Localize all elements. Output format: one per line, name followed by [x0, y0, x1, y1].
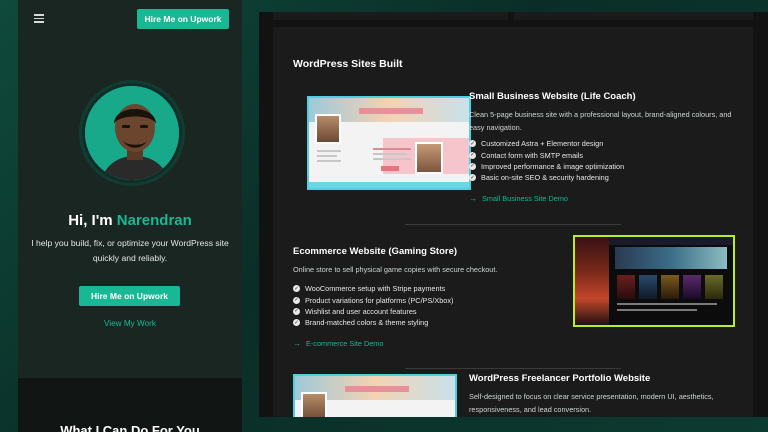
feature-item: ✓ Brand-matched colors & theme styling	[293, 318, 429, 328]
project-title: Ecommerce Website (Gaming Store)	[293, 246, 458, 257]
project-description: Self-designed to focus on clear service …	[469, 392, 714, 414]
view-work-link[interactable]: View My Work	[18, 319, 242, 328]
services-heading: What I Can Do For You	[60, 423, 200, 432]
project-description: Clean 5-page business site with a profes…	[469, 110, 732, 132]
feature-item: ✓ Improved performance & image optimizati…	[469, 161, 625, 171]
life-coach-site-thumbnail	[307, 96, 471, 190]
arrow-right-icon: →	[293, 339, 301, 348]
project-divider	[405, 368, 621, 369]
feature-item: ✓ Wishlist and user account features	[293, 306, 417, 316]
mobile-preview-panel: Hire Me on Upwork Hi, I'm Narendran I he…	[18, 0, 242, 432]
feature-list: ✓ WooCommerce setup with Stripe payments …	[293, 283, 453, 329]
feature-item: ✓ Customized Astra + Elementor design	[469, 139, 604, 149]
ecommerce-demo-link[interactable]: → E-commerce Site Demo	[293, 339, 383, 348]
previous-section-edge	[273, 12, 753, 20]
small-business-demo-link[interactable]: → Small Business Site Demo	[469, 194, 568, 203]
feature-item: ✓ Contact form with SMTP emails	[469, 150, 584, 160]
feature-item: ✓ Basic on-site SEO & security hardening	[469, 173, 609, 183]
name-highlight: Narendran	[116, 212, 192, 229]
check-circle-icon: ✓	[293, 319, 300, 327]
feature-item: ✓ Product variations for platforms (PC/PS…	[293, 295, 454, 305]
project-divider	[405, 224, 621, 225]
gaming-store-thumbnail	[573, 235, 735, 327]
mobile-top-bar: Hire Me on Upwork	[18, 0, 242, 38]
intro-text: I help you build, fix, or optimize your …	[31, 238, 229, 263]
feature-list: ✓ Customized Astra + Elementor design ✓ Co…	[469, 138, 624, 184]
section-title: WordPress Sites Built	[293, 58, 403, 70]
arrow-right-icon: →	[469, 194, 477, 203]
check-circle-icon: ✓	[469, 162, 476, 170]
avatar	[82, 83, 182, 183]
check-circle-icon: ✓	[293, 307, 300, 315]
check-circle-icon: ✓	[293, 285, 300, 293]
check-circle-icon: ✓	[469, 174, 476, 182]
avatar-ring	[79, 80, 185, 186]
sites-built-card: WordPress Sites Built Small Business Web…	[273, 27, 753, 417]
check-circle-icon: ✓	[293, 296, 300, 304]
check-circle-icon: ✓	[469, 140, 476, 148]
feature-item: ✓ WooCommerce setup with Stripe payments	[293, 284, 446, 294]
project-title: WordPress Freelancer Portfolio Website	[469, 373, 651, 384]
project-title: Small Business Website (Life Coach)	[469, 91, 636, 102]
portfolio-site-thumbnail	[293, 374, 457, 417]
hamburger-icon[interactable]	[34, 14, 44, 23]
desktop-preview-panel: WordPress Sites Built Small Business Web…	[259, 12, 768, 417]
hire-button[interactable]: Hire Me on Upwork	[79, 286, 180, 306]
project-description: Online store to sell physical game copie…	[293, 265, 498, 274]
top-hire-button[interactable]: Hire Me on Upwork	[137, 9, 229, 29]
greeting-heading: Hi, I'm Narendran	[68, 212, 192, 229]
check-circle-icon: ✓	[469, 151, 476, 159]
